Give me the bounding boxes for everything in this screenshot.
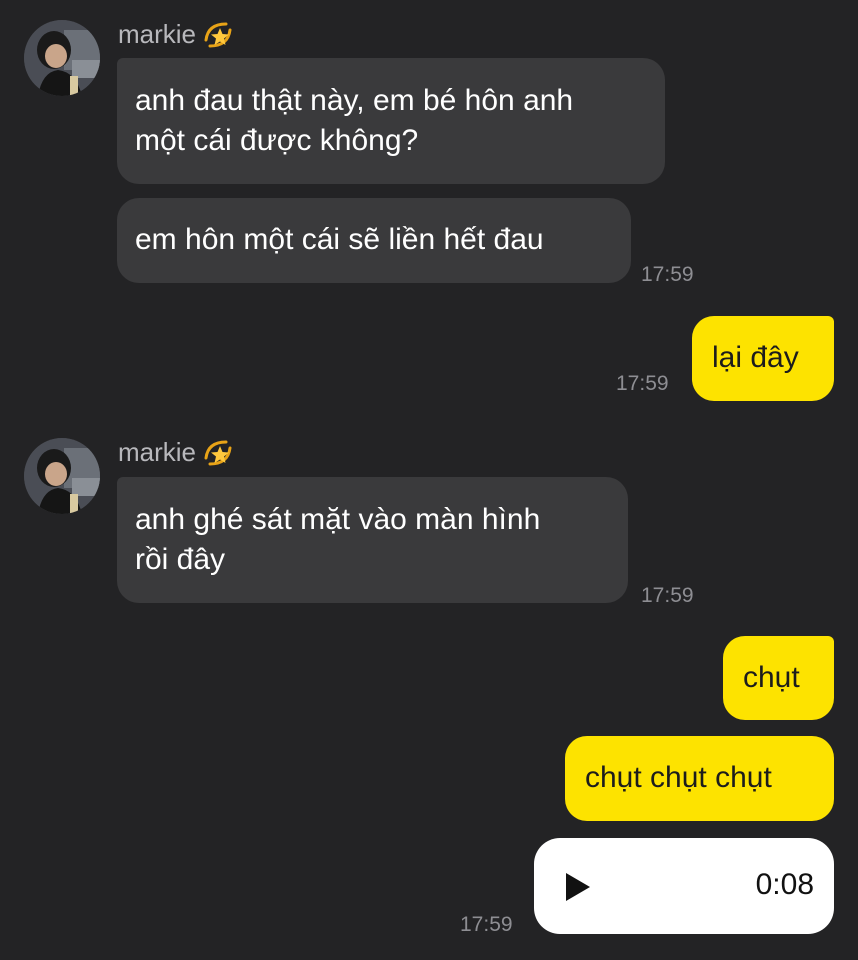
dizzy-star-icon bbox=[202, 18, 234, 50]
message-time: 17:59 bbox=[641, 263, 694, 286]
outgoing-message[interactable]: chụt bbox=[723, 636, 834, 720]
incoming-message[interactable]: anh đau thật này, em bé hôn anh một cái … bbox=[117, 58, 665, 184]
sender-name: markie bbox=[118, 436, 234, 468]
profile-photo bbox=[24, 20, 100, 96]
voice-duration: 0:08 bbox=[755, 868, 814, 901]
voice-message[interactable]: 0:08 bbox=[534, 838, 834, 934]
dizzy-star-icon bbox=[202, 436, 234, 468]
message-time: 17:59 bbox=[460, 913, 513, 936]
sender-name: markie bbox=[118, 18, 234, 50]
sender-name-text: markie bbox=[118, 436, 197, 467]
message-time: 17:59 bbox=[616, 372, 669, 395]
sender-name-text: markie bbox=[118, 18, 197, 49]
incoming-message[interactable]: anh ghé sát mặt vào màn hình rồi đây bbox=[117, 477, 628, 603]
avatar[interactable] bbox=[24, 438, 100, 514]
play-icon[interactable] bbox=[566, 873, 590, 901]
outgoing-message[interactable]: lại đây bbox=[692, 316, 834, 401]
profile-photo bbox=[24, 438, 100, 514]
message-time: 17:59 bbox=[641, 584, 694, 607]
outgoing-message[interactable]: chụt chụt chụt bbox=[565, 736, 834, 821]
incoming-message[interactable]: em hôn một cái sẽ liền hết đau bbox=[117, 198, 631, 283]
avatar[interactable] bbox=[24, 20, 100, 96]
